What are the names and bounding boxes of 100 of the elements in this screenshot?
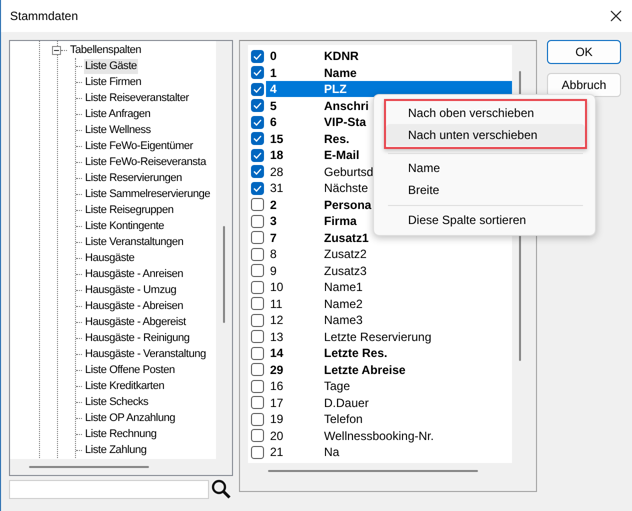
- checkbox[interactable]: [251, 50, 264, 63]
- column-number: 11: [269, 296, 284, 311]
- selected-row[interactable]: 4 PLZ: [266, 81, 512, 98]
- tree-item[interactable]: Liste Gäste: [84, 58, 138, 74]
- checkbox[interactable]: [251, 330, 264, 344]
- cancel-button[interactable]: Abbruch: [547, 73, 621, 97]
- checkbox[interactable]: [251, 214, 264, 228]
- checkbox[interactable]: [251, 231, 264, 244]
- tree-item[interactable]: Tabellenspalten: [69, 42, 142, 58]
- expander-icon[interactable]: [52, 46, 61, 54]
- checkbox[interactable]: [251, 116, 264, 129]
- tree-item[interactable]: Hausgäste - Abreisen: [84, 298, 184, 314]
- search-icon[interactable]: [211, 479, 231, 499]
- column-number: 14: [269, 346, 284, 360]
- column-number: 12: [269, 313, 284, 328]
- tree-item[interactable]: Hausgäste: [84, 250, 136, 266]
- list-row[interactable]: 20 Wellnessbooking-Nr.: [266, 428, 512, 444]
- checkbox[interactable]: [251, 446, 264, 459]
- tree-item[interactable]: Liste Zahlung: [84, 442, 148, 458]
- checkbox[interactable]: [251, 280, 264, 294]
- list-row[interactable]: 11 Name2: [266, 296, 512, 312]
- menu-item[interactable]: Nach unten verschieben: [386, 124, 585, 146]
- menu-item[interactable]: Breite: [378, 179, 591, 201]
- checkbox[interactable]: [251, 132, 264, 146]
- tree-item[interactable]: Liste Firmen: [84, 74, 142, 90]
- checkbox[interactable]: [251, 99, 264, 112]
- column-name: Na: [324, 445, 340, 460]
- window-title: Stammdaten: [10, 9, 78, 23]
- tree-item[interactable]: Liste OP Anzahlung: [84, 410, 176, 426]
- tree-item[interactable]: Hausgäste - Anreisen: [84, 266, 184, 282]
- checkbox[interactable]: [251, 314, 264, 327]
- list-row[interactable]: 16 Tage: [266, 378, 512, 394]
- tree-item[interactable]: Liste Reservierungen: [84, 170, 183, 186]
- scrollbar[interactable]: [216, 41, 232, 459]
- checkbox[interactable]: [251, 346, 264, 360]
- tree-item[interactable]: Liste Anfragen: [84, 106, 152, 122]
- list-row[interactable]: 9 Zusatz3: [266, 262, 512, 279]
- tree-item[interactable]: Liste Offene Posten: [84, 362, 176, 378]
- tree-item[interactable]: Liste FeWo-Eigentümer: [84, 138, 194, 154]
- tree-item[interactable]: Hausgäste - Umzug: [84, 282, 178, 298]
- list-row[interactable]: 10 Name1: [266, 279, 512, 296]
- tree-item[interactable]: Liste FeWo-Reiseveransta: [84, 154, 208, 170]
- column-name: Name2: [324, 296, 363, 311]
- checkbox[interactable]: [251, 148, 264, 162]
- list-row[interactable]: 14 Letzte Res.: [266, 345, 512, 362]
- column-number: 2: [269, 198, 278, 212]
- tree-item[interactable]: Liste Reisegruppen: [84, 202, 174, 218]
- column-name: VIP-Sta: [324, 115, 366, 130]
- column-number: 5: [269, 98, 278, 113]
- column-number: 8: [269, 247, 278, 262]
- checkbox[interactable]: [251, 297, 264, 310]
- tree-item[interactable]: Liste Rechnung: [84, 426, 158, 442]
- menu-item[interactable]: Name: [378, 157, 591, 179]
- column-name: KDNR: [324, 49, 359, 64]
- column-name: Zusatz2: [324, 247, 367, 262]
- list-row[interactable]: 19 Telefon: [266, 411, 512, 428]
- menu-item[interactable]: Nach oben verschieben: [386, 102, 585, 124]
- checkbox[interactable]: [251, 264, 264, 278]
- tree-item[interactable]: Liste Kreditkarten: [84, 378, 166, 394]
- tree-item[interactable]: Liste Schecks: [84, 394, 150, 410]
- column-name: Letzte Reservierung: [324, 330, 432, 344]
- ok-button[interactable]: OK: [547, 40, 621, 64]
- tree-item[interactable]: Liste Veranstaltungen: [84, 234, 184, 250]
- column-number: 28: [269, 164, 284, 179]
- list-row[interactable]: 17 D.Dauer: [266, 394, 512, 411]
- list-row[interactable]: 0 KDNR: [266, 48, 512, 64]
- checkbox[interactable]: [251, 82, 264, 96]
- checkbox[interactable]: [251, 165, 264, 178]
- column-name: Res.: [324, 132, 350, 146]
- list-row[interactable]: 13 Letzte Reservierung: [266, 328, 512, 345]
- checkbox[interactable]: [251, 412, 264, 426]
- list-row[interactable]: 21 Na: [266, 444, 512, 460]
- tree-item[interactable]: Hausgäste - Abgereist: [84, 314, 187, 330]
- column-name: Geburtsd: [324, 164, 374, 179]
- checkbox[interactable]: [251, 429, 264, 442]
- search-field[interactable]: [9, 480, 209, 498]
- tree-item[interactable]: Hausgäste - Veranstaltung: [84, 346, 207, 362]
- checkbox[interactable]: [251, 396, 264, 410]
- column-number: 0: [269, 49, 278, 64]
- close-icon[interactable]: [610, 10, 622, 22]
- tree-item[interactable]: Hausgäste - Reinigung: [84, 330, 191, 346]
- column-number: 16: [269, 379, 284, 394]
- checkbox[interactable]: [251, 66, 264, 80]
- scrollbar[interactable]: [10, 459, 232, 475]
- column-name: Anschri: [324, 98, 369, 113]
- checkbox[interactable]: [251, 182, 264, 195]
- tree-item[interactable]: Liste Kontingente: [84, 218, 166, 234]
- list-row[interactable]: 8 Zusatz2: [266, 246, 512, 262]
- tree-item[interactable]: Liste Sammelreservierunge: [84, 186, 212, 202]
- list-row[interactable]: 12 Name3: [266, 312, 512, 328]
- checkbox[interactable]: [251, 198, 264, 212]
- checkbox[interactable]: [251, 363, 264, 376]
- tree-item[interactable]: Liste Wellness: [84, 122, 152, 138]
- list-row[interactable]: 1 Name: [266, 64, 512, 81]
- tree-item[interactable]: Liste Reiseveranstalter: [84, 90, 190, 106]
- menu-item[interactable]: Diese Spalte sortieren: [378, 209, 591, 231]
- checkbox[interactable]: [251, 380, 264, 393]
- column-name: Wellnessbooking-Nr.: [324, 428, 434, 443]
- checkbox[interactable]: [251, 248, 264, 261]
- list-row[interactable]: 29 Letzte Abreise: [266, 362, 512, 378]
